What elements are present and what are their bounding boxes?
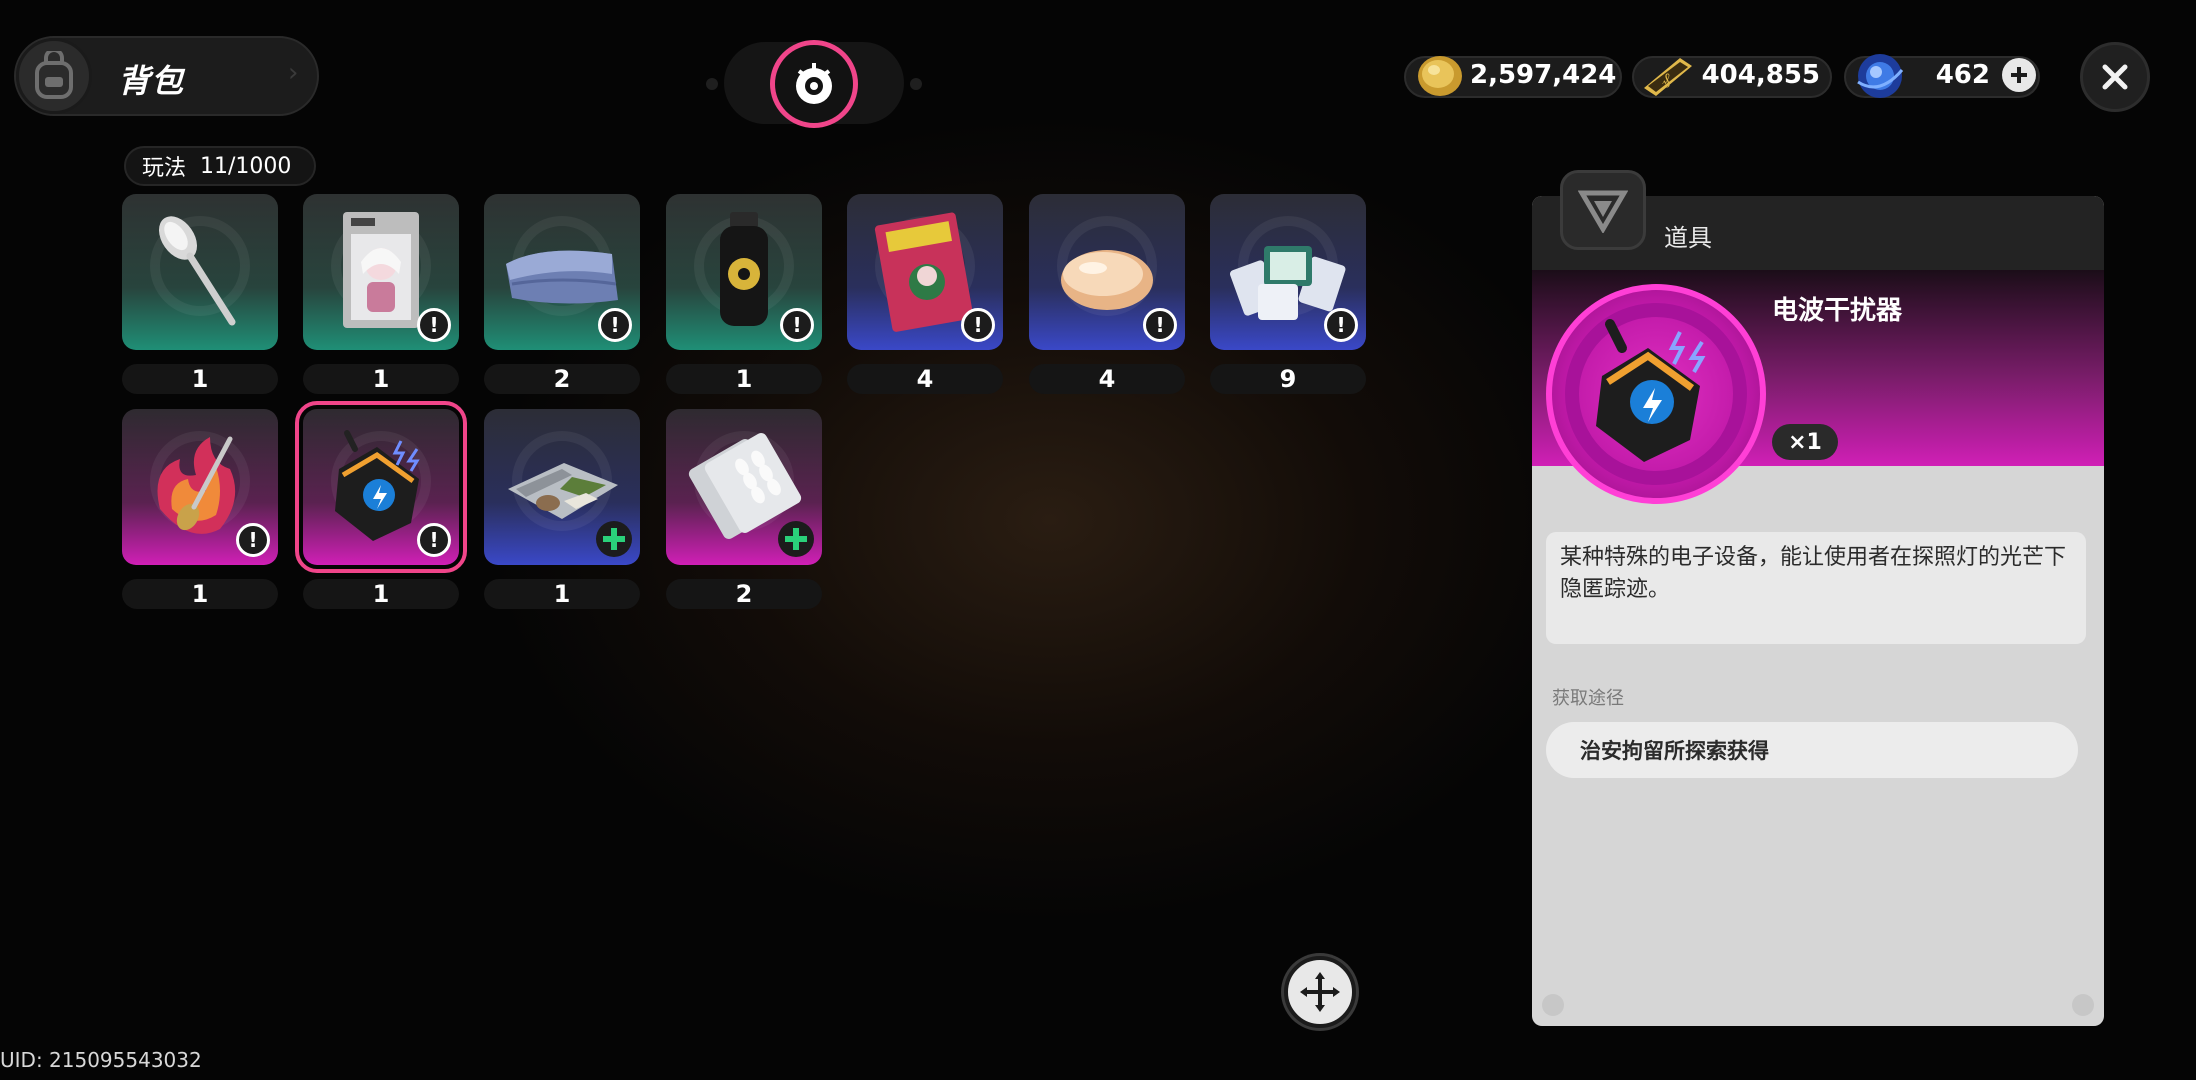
item-name: 电波干扰器 [1772, 296, 1903, 326]
inventory-item-blanket[interactable]: ! [484, 194, 640, 350]
close-icon [2102, 64, 2128, 90]
plus-icon [2011, 67, 2027, 83]
inventory-item-spoon[interactable] [122, 194, 278, 350]
plus-icon [596, 521, 632, 557]
source-entry[interactable]: 治安拘留所探索获得 [1546, 722, 2078, 778]
info-badge-icon: ! [1324, 308, 1358, 342]
item-count: 4 [847, 364, 1003, 394]
page-title: 背包 [118, 62, 185, 100]
item-count: 1 [122, 579, 278, 609]
item-count: 1 [122, 364, 278, 394]
inventory-item-radio-jammer-selected[interactable]: ! [295, 401, 467, 573]
ticket-amount: 404,855 [1701, 60, 1820, 90]
close-button[interactable] [2080, 42, 2150, 112]
spoon-icon [158, 216, 236, 326]
category-label: 道具 [1664, 224, 1712, 252]
capacity-label: 玩法 [142, 156, 187, 181]
info-badge-icon: ! [961, 308, 995, 342]
capacity-indicator: 玩法 11/1000 [124, 146, 316, 186]
item-count: 1 [484, 579, 640, 609]
inventory-item-flame-spoon[interactable]: ! [122, 409, 278, 565]
info-badge-icon: ! [417, 308, 451, 342]
user-id: UID: 215095543032 [0, 1048, 202, 1072]
item-quantity-badge: ×1 [1772, 424, 1838, 460]
info-badge-icon: ! [1143, 308, 1177, 342]
dpad-button[interactable] [1284, 956, 1356, 1028]
corner-dot-icon [1542, 994, 1564, 1016]
info-badge-icon: ! [417, 523, 451, 557]
item-count: 1 [303, 364, 459, 394]
plus-icon [778, 521, 814, 557]
crystal-amount: 462 [1935, 60, 1990, 90]
category-emblem-icon[interactable] [770, 40, 858, 128]
crystal-icon [1852, 48, 1908, 108]
corner-dot-icon [2072, 994, 2094, 1016]
dpad-icon [1300, 972, 1340, 1012]
item-description: 某种特殊的电子设备，能让使用者在探照灯的光芒下隐匿踪迹。 [1546, 532, 2086, 644]
item-count: 1 [666, 364, 822, 394]
gold-coin-icon [1412, 50, 1468, 106]
gold-amount: 2,597,424 [1470, 60, 1617, 90]
source-text: 治安拘留所探索获得 [1580, 739, 1769, 763]
inventory-item-pills[interactable] [666, 409, 822, 565]
dot-icon [706, 78, 718, 90]
item-count: 4 [1029, 364, 1185, 394]
capacity-value: 11/1000 [200, 153, 292, 179]
svg-text:₰: ₰ [1662, 69, 1670, 88]
item-count: 2 [666, 579, 822, 609]
dot-icon [910, 78, 922, 90]
chevron-right-icon: › [288, 58, 299, 88]
inventory-item-figure-box[interactable]: ! [303, 194, 459, 350]
info-badge-icon: ! [236, 523, 270, 557]
inventory-item-magazine[interactable]: ! [847, 194, 1003, 350]
radio-jammer-icon [1565, 303, 1747, 485]
info-badge-icon: ! [780, 308, 814, 342]
info-badge-icon: ! [598, 308, 632, 342]
source-label: 获取途径 [1552, 688, 1624, 709]
item-count: 9 [1210, 364, 1366, 394]
category-icon [1560, 170, 1646, 250]
item-count: 1 [303, 579, 459, 609]
inventory-item-bottle[interactable]: ! [666, 194, 822, 350]
item-portrait [1546, 284, 1766, 504]
add-crystal-button[interactable] [2002, 58, 2036, 92]
inventory-item-cards[interactable]: ! [1210, 194, 1366, 350]
ticket-icon: ₰ [1640, 52, 1696, 104]
item-count: 2 [484, 364, 640, 394]
backpack-icon [16, 38, 92, 114]
inventory-item-food-tray[interactable] [484, 409, 640, 565]
inventory-item-soap[interactable]: ! [1029, 194, 1185, 350]
